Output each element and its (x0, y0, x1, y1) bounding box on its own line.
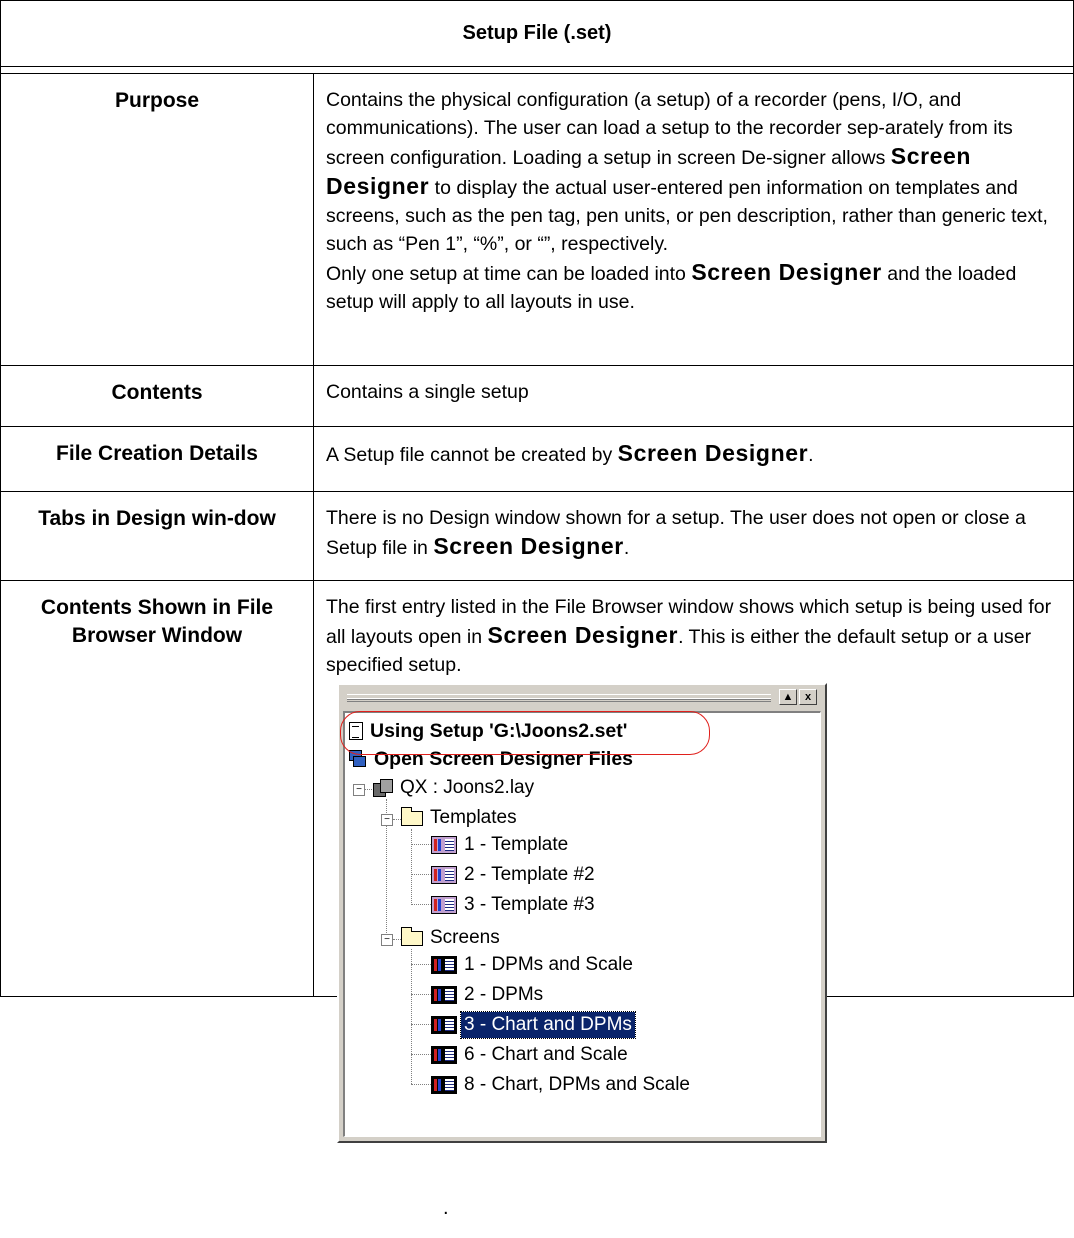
tree-connector (411, 904, 431, 905)
toolbar-grip[interactable] (347, 694, 771, 702)
row-text-contents: Contains a single setup (313, 365, 1074, 427)
tree-connector (411, 1084, 431, 1085)
row-text-file-creation: A Setup file cannot be created by Screen… (313, 426, 1074, 492)
tree-connector (411, 949, 412, 1084)
tree-item-template[interactable]: 2 - Template #2 (431, 862, 598, 888)
tree-connector (411, 874, 431, 875)
template-icon (431, 896, 457, 914)
tree-connector (393, 939, 401, 940)
trailing-period: . (443, 1197, 449, 1219)
row-text-tabs: There is no Design window shown for a se… (313, 491, 1074, 581)
row-label-browser: Contents Shown in File Browser Window (0, 580, 314, 997)
tree-item-screen-selected[interactable]: 3 - Chart and DPMs (431, 1011, 636, 1039)
row-label-file-creation: File Creation Details (0, 426, 314, 492)
row-label-tabs: Tabs in Design win-dow (0, 491, 314, 581)
close-button[interactable]: x (799, 689, 817, 705)
tree-connector (411, 994, 431, 995)
title-separator (0, 66, 1074, 74)
screen-icon (431, 1016, 457, 1034)
tabs-text-2: . (623, 537, 630, 559)
table-row: Contents Contains a single setup (0, 365, 1074, 427)
table-title: Setup File (.set) (0, 0, 1074, 67)
template-icon (431, 836, 457, 854)
screen-icon (431, 1076, 457, 1094)
screen-icon (431, 1046, 457, 1064)
folder-icon (401, 806, 423, 826)
row-text-purpose: Contains the physical configuration (a s… (313, 73, 1074, 366)
tree-item-templates-folder[interactable]: Templates (401, 805, 520, 831)
tree-item-template[interactable]: 1 - Template (431, 832, 571, 858)
collapse-layout-toggle[interactable]: − (353, 784, 365, 796)
template-icon (431, 866, 457, 884)
tree-item-screens-folder[interactable]: Screens (401, 925, 503, 951)
highlight-oval (340, 711, 710, 755)
tree-item-layout[interactable]: QX : Joons2.lay (373, 775, 537, 801)
tree-item-screen[interactable]: 1 - DPMs and Scale (431, 952, 636, 978)
purpose-text-2: to display the actual user-entered pen i… (326, 177, 1048, 255)
tree-item-screen[interactable]: 8 - Chart, DPMs and Scale (431, 1072, 693, 1098)
screen-icon (431, 986, 457, 1004)
row-label-contents: Contents (0, 365, 314, 427)
tree-connector (411, 1054, 431, 1055)
file-tree: − − − Using Setup 'G:\Joons2.set' Open S… (343, 711, 821, 1137)
creation-text-2: . (808, 444, 814, 466)
app-name: Screen Designer (487, 622, 679, 648)
table-row: File Creation Details A Setup file canno… (0, 426, 1074, 492)
table-row: Purpose Contains the physical configurat… (0, 73, 1074, 366)
tree-connector (411, 964, 431, 965)
screen-icon (431, 956, 457, 974)
app-name: Screen Designer (617, 440, 809, 466)
tree-connector (411, 1024, 431, 1025)
tree-connector (411, 844, 431, 845)
purpose-text-3: Only one setup at time can be loaded int… (326, 263, 692, 285)
app-name: Screen Designer (691, 259, 882, 285)
collapse-templates-toggle[interactable]: − (381, 814, 393, 826)
tabs-text-1: There is no Design window shown for a se… (326, 507, 1026, 559)
layout-icon (373, 778, 393, 798)
app-name: Screen Designer (433, 533, 624, 559)
folder-icon (401, 926, 423, 946)
collapse-screens-toggle[interactable]: − (381, 934, 393, 946)
tree-item-screen[interactable]: 2 - DPMs (431, 982, 546, 1008)
row-label-purpose: Purpose (0, 73, 314, 366)
creation-text-1: A Setup file cannot be created by (326, 444, 618, 466)
tree-connector (393, 819, 401, 820)
tree-connector (411, 829, 412, 905)
tree-item-template[interactable]: 3 - Template #3 (431, 892, 598, 918)
table-row: Tabs in Design win-dow There is no Desig… (0, 491, 1074, 581)
maximize-button[interactable]: ▲ (779, 689, 797, 705)
tree-item-screen[interactable]: 6 - Chart and Scale (431, 1042, 631, 1068)
